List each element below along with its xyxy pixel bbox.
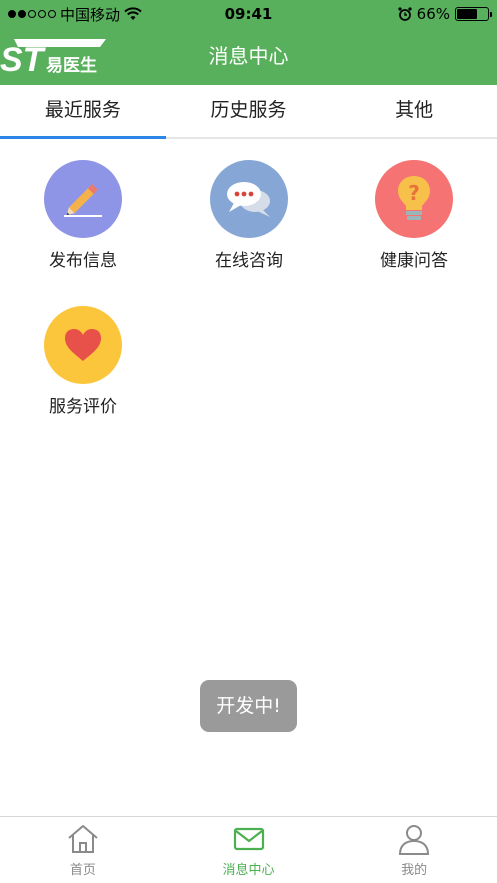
service-label: 发布信息	[49, 251, 117, 271]
tabbar-home[interactable]: 首页	[0, 817, 166, 883]
service-label: 健康问答	[380, 251, 448, 271]
chat-bubbles-icon	[210, 160, 288, 238]
mail-icon	[233, 827, 264, 851]
tabbar-messages[interactable]: 消息中心	[166, 817, 332, 883]
tabbar-label: 我的	[401, 863, 428, 878]
battery-fill	[457, 9, 477, 19]
service-health-qa[interactable]: ? 健康问答	[331, 160, 497, 271]
bottom-tab-bar: 首页 消息中心 我的	[0, 816, 497, 883]
status-left: 中国移动	[8, 4, 142, 25]
user-icon	[399, 825, 430, 855]
status-right: 66%	[398, 5, 492, 23]
wifi-icon	[124, 7, 142, 20]
heart-icon	[44, 306, 122, 384]
tabbar-profile[interactable]: 我的	[331, 817, 497, 883]
service-label: 服务评价	[49, 397, 117, 417]
svg-text:?: ?	[408, 181, 420, 205]
battery-icon	[455, 7, 492, 21]
service-evaluation[interactable]: 服务评价	[0, 306, 166, 417]
status-bar: 中国移动 09:41 66%	[0, 0, 497, 28]
service-tabs: 最近服务 历史服务 其他	[0, 85, 497, 139]
tabbar-label: 首页	[69, 863, 96, 878]
header-bar: ST 易医生 消息中心	[0, 28, 497, 85]
tab-other[interactable]: 其他	[331, 85, 497, 137]
tab-history-services[interactable]: 历史服务	[166, 85, 332, 137]
battery-percent: 66%	[416, 5, 450, 23]
service-label: 在线咨询	[215, 251, 283, 271]
alarm-icon	[398, 7, 412, 21]
signal-icon	[8, 10, 56, 18]
pencil-icon	[44, 160, 122, 238]
tabbar-label: 消息中心	[222, 863, 275, 878]
page-title: 消息中心	[208, 44, 289, 68]
tab-recent-services[interactable]: 最近服务	[0, 85, 166, 139]
service-publish-info[interactable]: 发布信息	[0, 160, 166, 271]
service-online-consult[interactable]: 在线咨询	[166, 160, 332, 271]
lightbulb-question-icon: ?	[375, 160, 453, 238]
carrier-name: 中国移动	[60, 5, 121, 24]
home-icon	[68, 825, 98, 853]
toast-message: 开发中!	[200, 680, 297, 732]
